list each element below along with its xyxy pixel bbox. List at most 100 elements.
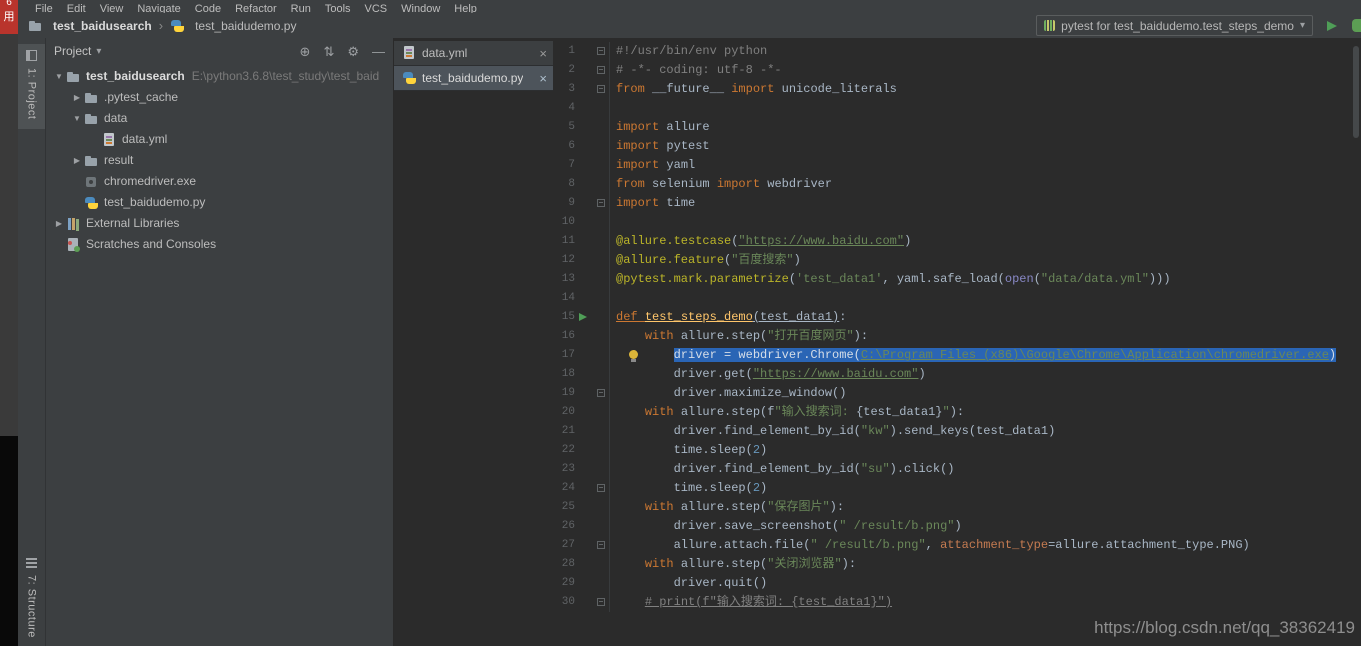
tree-item-data.yml[interactable]: data.yml [46, 129, 393, 150]
tree-item-test_baidusearch[interactable]: ▼test_baidusearchE:\python3.6.8\test_stu… [46, 66, 393, 87]
code-line-17[interactable]: 17 driver = webdriver.Chrome(C:\Program … [553, 346, 1361, 365]
editor-tab-test_baidudemo.py[interactable]: test_baidudemo.py× [394, 66, 553, 91]
fold-icon[interactable] [597, 199, 605, 207]
code-line-25[interactable]: 25 with allure.step("保存图片"): [553, 498, 1361, 517]
tree-item-scratches and consoles[interactable]: Scratches and Consoles [46, 234, 393, 255]
code-line-18[interactable]: 18 driver.get("https://www.baidu.com") [553, 365, 1361, 384]
breadcrumb-project[interactable]: test_baidusearch [53, 19, 152, 33]
code-line-12[interactable]: 12@allure.feature("百度搜索") [553, 251, 1361, 270]
close-tab-icon[interactable]: × [533, 46, 547, 61]
menu-item-view[interactable]: View [93, 3, 131, 13]
tool-tab-project[interactable]: 1: Project [18, 44, 45, 129]
code-line-29[interactable]: 29 driver.quit() [553, 574, 1361, 593]
editor[interactable]: 1#!/usr/bin/env python2# -*- coding: utf… [553, 38, 1361, 646]
code-line-9[interactable]: 9import time [553, 194, 1361, 213]
menu-item-window[interactable]: Window [394, 3, 447, 13]
menu-item-code[interactable]: Code [188, 3, 228, 13]
fold-icon[interactable] [597, 47, 605, 55]
run-button[interactable] [1327, 21, 1337, 31]
code-line-3[interactable]: 3from __future__ import unicode_literals [553, 80, 1361, 99]
code-line-8[interactable]: 8from selenium import webdriver [553, 175, 1361, 194]
menu-item-edit[interactable]: Edit [60, 3, 93, 13]
code-line-10[interactable]: 10 [553, 213, 1361, 232]
intention-bulb-icon[interactable] [629, 350, 638, 359]
code-line-4[interactable]: 4 [553, 99, 1361, 118]
tool-tab-structure[interactable]: 7: Structure [18, 558, 45, 638]
code-line-13[interactable]: 13@pytest.mark.parametrize('test_data1',… [553, 270, 1361, 289]
tree-down-arrow-icon[interactable]: ▼ [70, 108, 84, 129]
tree-item-chromedriver.exe[interactable]: chromedriver.exe [46, 171, 393, 192]
chevron-down-icon[interactable]: ▾ [96, 46, 101, 57]
code-line-11[interactable]: 11@allure.testcase("https://www.baidu.co… [553, 232, 1361, 251]
code-token: import [717, 177, 767, 191]
code-line-7[interactable]: 7import yaml [553, 156, 1361, 175]
tree-right-arrow-icon[interactable]: ▶ [52, 213, 66, 234]
project-panel-title[interactable]: Project [54, 44, 91, 58]
hide-panel-icon[interactable]: — [372, 45, 385, 58]
tree-down-arrow-icon[interactable]: ▼ [52, 66, 66, 87]
code-area[interactable]: 1#!/usr/bin/env python2# -*- coding: utf… [553, 38, 1361, 612]
code-line-15[interactable]: 15def test_steps_demo(test_data1): [553, 308, 1361, 327]
collapse-all-icon[interactable]: ⇅ [323, 45, 334, 58]
locate-icon[interactable]: ⊕ [300, 45, 311, 58]
line-number: 11 [553, 232, 575, 251]
menu-item-file[interactable]: File [28, 3, 60, 13]
menu-item-vcs[interactable]: VCS [358, 3, 395, 13]
editor-scrollbar[interactable] [1351, 38, 1361, 646]
editor-tabs: data.yml×test_baidudemo.py× [394, 38, 553, 646]
code-line-6[interactable]: 6import pytest [553, 137, 1361, 156]
menu-item-refactor[interactable]: Refactor [228, 3, 284, 13]
gutter-actions [575, 479, 610, 498]
code-line-21[interactable]: 21 driver.find_element_by_id("kw").send_… [553, 422, 1361, 441]
code-line-27[interactable]: 27 allure.attach.file(" /result/b.png", … [553, 536, 1361, 555]
tree-item-data[interactable]: ▼data [46, 108, 393, 129]
debug-icon[interactable] [1352, 19, 1361, 32]
line-number: 14 [553, 289, 575, 308]
code-token: import [616, 158, 666, 172]
tree-item-.pytest_cache[interactable]: ▶.pytest_cache [46, 87, 393, 108]
breadcrumb-file[interactable]: test_baidudemo.py [195, 19, 296, 33]
fold-icon[interactable] [597, 389, 605, 397]
tree-item-external libraries[interactable]: ▶External Libraries [46, 213, 393, 234]
code-line-2[interactable]: 2# -*- coding: utf-8 -*- [553, 61, 1361, 80]
code-token: selenium [652, 177, 717, 191]
tree-item-test_baidudemo.py[interactable]: test_baidudemo.py [46, 192, 393, 213]
code-line-5[interactable]: 5import allure [553, 118, 1361, 137]
menu-item-help[interactable]: Help [447, 3, 484, 13]
editor-tab-data.yml[interactable]: data.yml × [394, 41, 553, 66]
tree-right-arrow-icon[interactable]: ▶ [70, 150, 84, 171]
editor-tab-label: data.yml [422, 46, 467, 60]
code-line-19[interactable]: 19 driver.maximize_window() [553, 384, 1361, 403]
code-line-23[interactable]: 23 driver.find_element_by_id("su").click… [553, 460, 1361, 479]
tree-right-arrow-icon[interactable]: ▶ [70, 87, 84, 108]
code-line-14[interactable]: 14 [553, 289, 1361, 308]
close-tab-icon[interactable]: × [533, 71, 547, 86]
run-test-icon[interactable] [579, 313, 587, 321]
code-token: ) [1329, 348, 1336, 362]
fold-icon[interactable] [597, 85, 605, 93]
code-line-26[interactable]: 26 driver.save_screenshot(" /result/b.pn… [553, 517, 1361, 536]
menu-item-navigate[interactable]: Navigate [130, 3, 187, 13]
fold-icon[interactable] [597, 598, 605, 606]
menu-item-run[interactable]: Run [284, 3, 318, 13]
code-token [616, 538, 674, 552]
code-line-24[interactable]: 24 time.sleep(2) [553, 479, 1361, 498]
code-line-28[interactable]: 28 with allure.step("关闭浏览器"): [553, 555, 1361, 574]
code-line-30[interactable]: 30 # print(f"输入搜索词: {test_data1}") [553, 593, 1361, 612]
fold-icon[interactable] [597, 484, 605, 492]
code-token: attachment_type [940, 538, 1048, 552]
gutter-actions [575, 384, 610, 403]
tree-label: chromedriver.exe [104, 171, 196, 192]
fold-icon[interactable] [597, 66, 605, 74]
folder-icon [84, 112, 99, 126]
fold-icon[interactable] [597, 541, 605, 549]
menu-item-tools[interactable]: Tools [318, 3, 358, 13]
code-line-20[interactable]: 20 with allure.step(f"输入搜索词: {test_data1… [553, 403, 1361, 422]
code-line-1[interactable]: 1#!/usr/bin/env python [553, 42, 1361, 61]
run-configuration-select[interactable]: pytest for test_baidudemo.test_steps_dem… [1036, 15, 1313, 36]
code-line-22[interactable]: 22 time.sleep(2) [553, 441, 1361, 460]
tree-item-result[interactable]: ▶result [46, 150, 393, 171]
gutter-actions [575, 574, 610, 593]
settings-gear-icon[interactable]: ⚙ [347, 45, 359, 58]
code-line-16[interactable]: 16 with allure.step("打开百度网页"): [553, 327, 1361, 346]
